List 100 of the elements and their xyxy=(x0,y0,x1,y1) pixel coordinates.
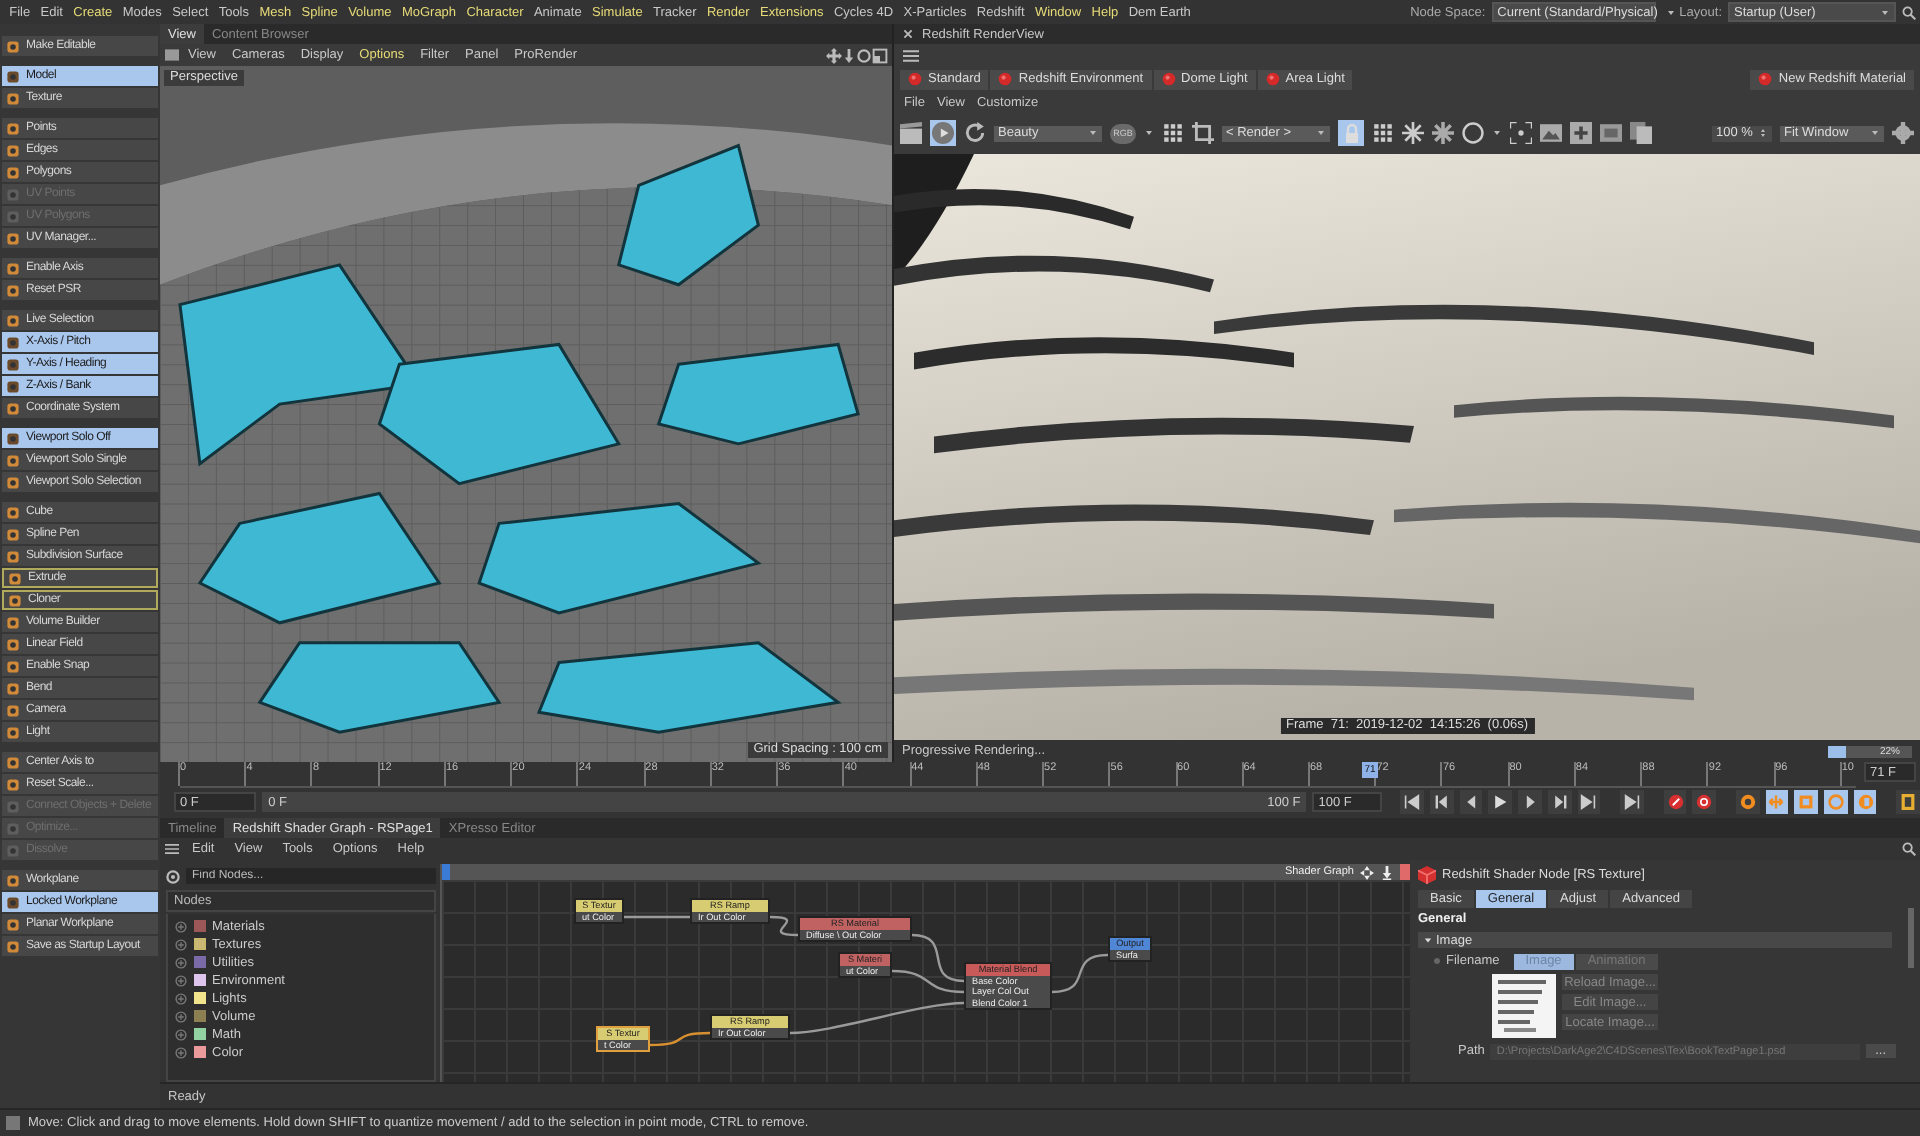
rotate-icon[interactable] xyxy=(856,47,872,63)
tool-icon xyxy=(6,231,20,245)
clapperboard-icon[interactable] xyxy=(900,122,922,144)
tool-icon xyxy=(6,505,20,519)
previous-key-button[interactable] xyxy=(1430,790,1454,814)
go-to-end-button[interactable] xyxy=(1620,790,1644,814)
connection-wire[interactable] xyxy=(624,915,690,919)
previous-key-icon xyxy=(1433,794,1450,810)
move-icon[interactable] xyxy=(1360,865,1374,879)
search-icon[interactable] xyxy=(1902,5,1916,19)
tool-icon xyxy=(6,799,20,813)
caret-icon xyxy=(1665,7,1676,17)
caret-icon xyxy=(1316,128,1326,138)
film-icon xyxy=(1900,794,1917,810)
menu-icon[interactable] xyxy=(164,842,180,856)
expand-icon xyxy=(174,919,188,933)
focus-icon[interactable] xyxy=(1510,122,1532,144)
caret-icon xyxy=(1492,128,1502,138)
tool-icon xyxy=(6,755,20,769)
refresh-icon[interactable] xyxy=(964,122,986,144)
caret-down-icon xyxy=(1424,936,1432,944)
expand-icon xyxy=(174,937,188,951)
tool-icon xyxy=(6,659,20,673)
expand-icon xyxy=(174,1009,188,1023)
close-icon[interactable] xyxy=(902,28,914,40)
caret-icon xyxy=(1088,128,1098,138)
go-to-start-button[interactable] xyxy=(1400,790,1425,814)
go-to-end-icon xyxy=(1623,794,1640,810)
autokey-icon xyxy=(1696,794,1713,810)
sphere-icon xyxy=(1758,72,1773,86)
tool-icon xyxy=(6,843,20,857)
view-icon[interactable] xyxy=(164,48,180,62)
key-filter-button[interactable] xyxy=(1853,790,1877,814)
tool-icon xyxy=(6,313,20,327)
tool-icon xyxy=(6,209,20,223)
search-icon[interactable] xyxy=(1902,842,1916,856)
previous-frame-icon xyxy=(1463,794,1480,810)
sphere-icon xyxy=(1265,72,1280,86)
expand-icon xyxy=(174,1027,188,1041)
go-to-end-button[interactable] xyxy=(1577,790,1601,814)
connection-wire[interactable] xyxy=(789,1001,965,1035)
tool-icon xyxy=(6,121,20,135)
play-button[interactable] xyxy=(1488,790,1513,814)
caret-icon xyxy=(1144,128,1154,138)
maximize-icon[interactable] xyxy=(872,47,888,63)
connection-wire[interactable] xyxy=(769,915,799,937)
autokey-button[interactable] xyxy=(1692,790,1717,814)
connection-wire[interactable] xyxy=(891,969,965,994)
sphere-icon xyxy=(1161,72,1176,86)
tool-icon xyxy=(6,165,20,179)
go-to-start-icon xyxy=(1404,794,1421,810)
tool-icon xyxy=(6,453,20,467)
tool-icon xyxy=(8,571,22,585)
copy-icon[interactable] xyxy=(1630,122,1652,144)
connection-wire[interactable] xyxy=(911,933,965,983)
snowflake-icon[interactable] xyxy=(1432,122,1454,144)
connection-wire[interactable] xyxy=(1051,953,1109,994)
keyframe-button[interactable] xyxy=(1735,790,1760,814)
grid-icon[interactable] xyxy=(1162,122,1184,144)
spinner-icon xyxy=(1758,126,1768,140)
film-button[interactable] xyxy=(1896,790,1920,814)
expand-icon xyxy=(174,973,188,987)
connection-wire[interactable] xyxy=(649,1031,711,1047)
crop-icon[interactable] xyxy=(1192,122,1214,144)
tool-icon xyxy=(6,873,20,887)
tool-icon xyxy=(6,143,20,157)
next-frame-button[interactable] xyxy=(1518,790,1542,814)
move-icon[interactable] xyxy=(826,47,842,63)
add-image-icon[interactable] xyxy=(1570,122,1592,144)
key-filter-button[interactable] xyxy=(1794,790,1819,814)
image-icon[interactable] xyxy=(1600,122,1622,144)
tool-icon xyxy=(6,475,20,489)
tool-icon xyxy=(6,401,20,415)
circle-icon[interactable] xyxy=(1462,122,1484,144)
play-icon xyxy=(1492,794,1509,810)
start-render-button[interactable] xyxy=(930,120,956,146)
record-icon xyxy=(1667,794,1684,810)
tool-icon xyxy=(6,357,20,371)
previous-frame-button[interactable] xyxy=(1459,790,1483,814)
caret-icon xyxy=(1880,7,1890,17)
tool-icon xyxy=(6,777,20,791)
tool-icon xyxy=(6,703,20,717)
key-filter-button[interactable] xyxy=(1765,790,1789,814)
expand-icon xyxy=(174,1045,188,1059)
tool-icon xyxy=(6,725,20,739)
tool-icon xyxy=(6,91,20,105)
next-key-button[interactable] xyxy=(1547,790,1572,814)
tool-icon xyxy=(6,637,20,651)
record-button[interactable] xyxy=(1663,790,1687,814)
image-icon[interactable] xyxy=(1540,122,1562,144)
tool-icon xyxy=(6,39,20,53)
menu-icon[interactable] xyxy=(902,47,920,63)
snowflake-icon[interactable] xyxy=(1402,122,1424,144)
play-icon xyxy=(932,122,954,144)
tool-icon xyxy=(6,335,20,349)
tool-icon xyxy=(6,283,20,297)
grid-icon[interactable] xyxy=(1372,122,1394,144)
tool-icon xyxy=(6,615,20,629)
sphere-icon xyxy=(998,72,1013,86)
tool-icon xyxy=(6,549,20,563)
